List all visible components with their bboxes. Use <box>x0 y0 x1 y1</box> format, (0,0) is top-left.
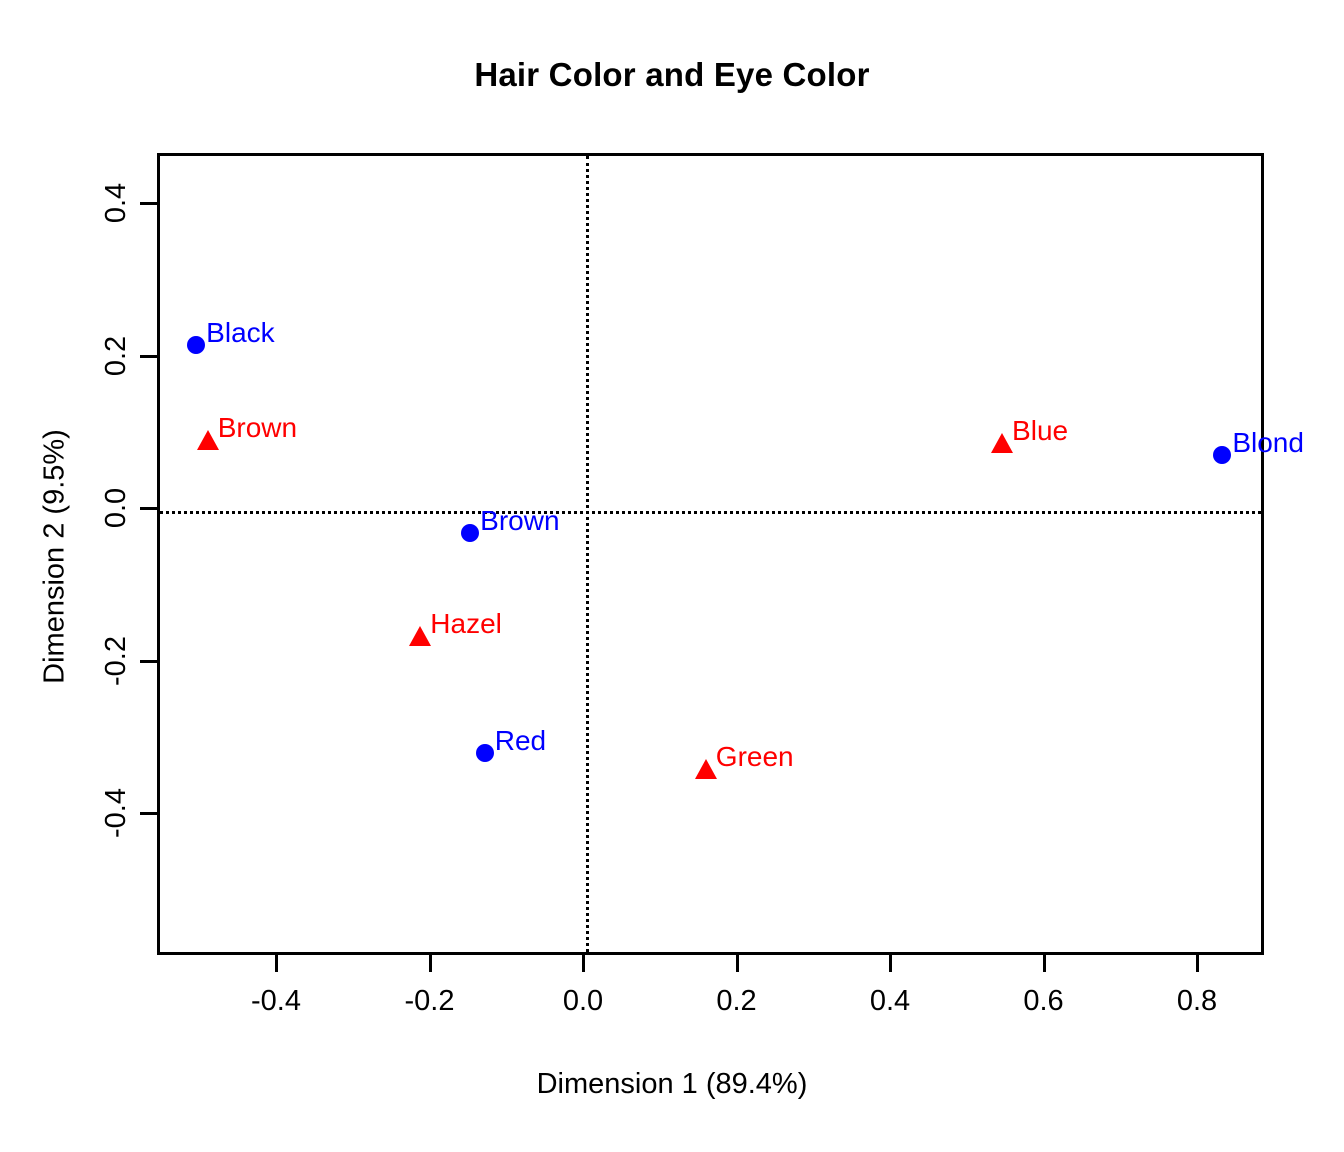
triangle-marker-icon <box>409 626 432 647</box>
data-point-label: Green <box>715 740 794 772</box>
data-point-label: Black <box>206 316 275 348</box>
data-point-label: Blue <box>1012 415 1069 447</box>
circle-marker-icon <box>187 335 206 354</box>
data-points-layer: Black Brown Red Blond Brown Blue Hazel Green <box>0 0 1344 1152</box>
correspondence-analysis-figure: Hair Color and Eye Color -0.4 -0.2 0.0 0.2 0… <box>0 0 1344 1152</box>
triangle-marker-icon <box>196 430 219 451</box>
data-point-label: Blond <box>1232 426 1304 458</box>
circle-marker-icon <box>461 524 480 543</box>
data-point-label: Brown <box>217 412 298 444</box>
data-point-label: Red <box>494 724 547 756</box>
x-axis-label: Dimension 1 (89.4%) <box>536 1068 808 1100</box>
data-point-label: Hazel <box>430 608 502 640</box>
circle-marker-icon <box>475 743 494 762</box>
triangle-marker-icon <box>991 433 1014 454</box>
triangle-marker-icon <box>694 758 717 779</box>
data-point-label: Brown <box>480 505 560 537</box>
y-axis-label: Dimension 2 (9.5%) <box>38 429 71 684</box>
circle-marker-icon <box>1213 445 1232 464</box>
